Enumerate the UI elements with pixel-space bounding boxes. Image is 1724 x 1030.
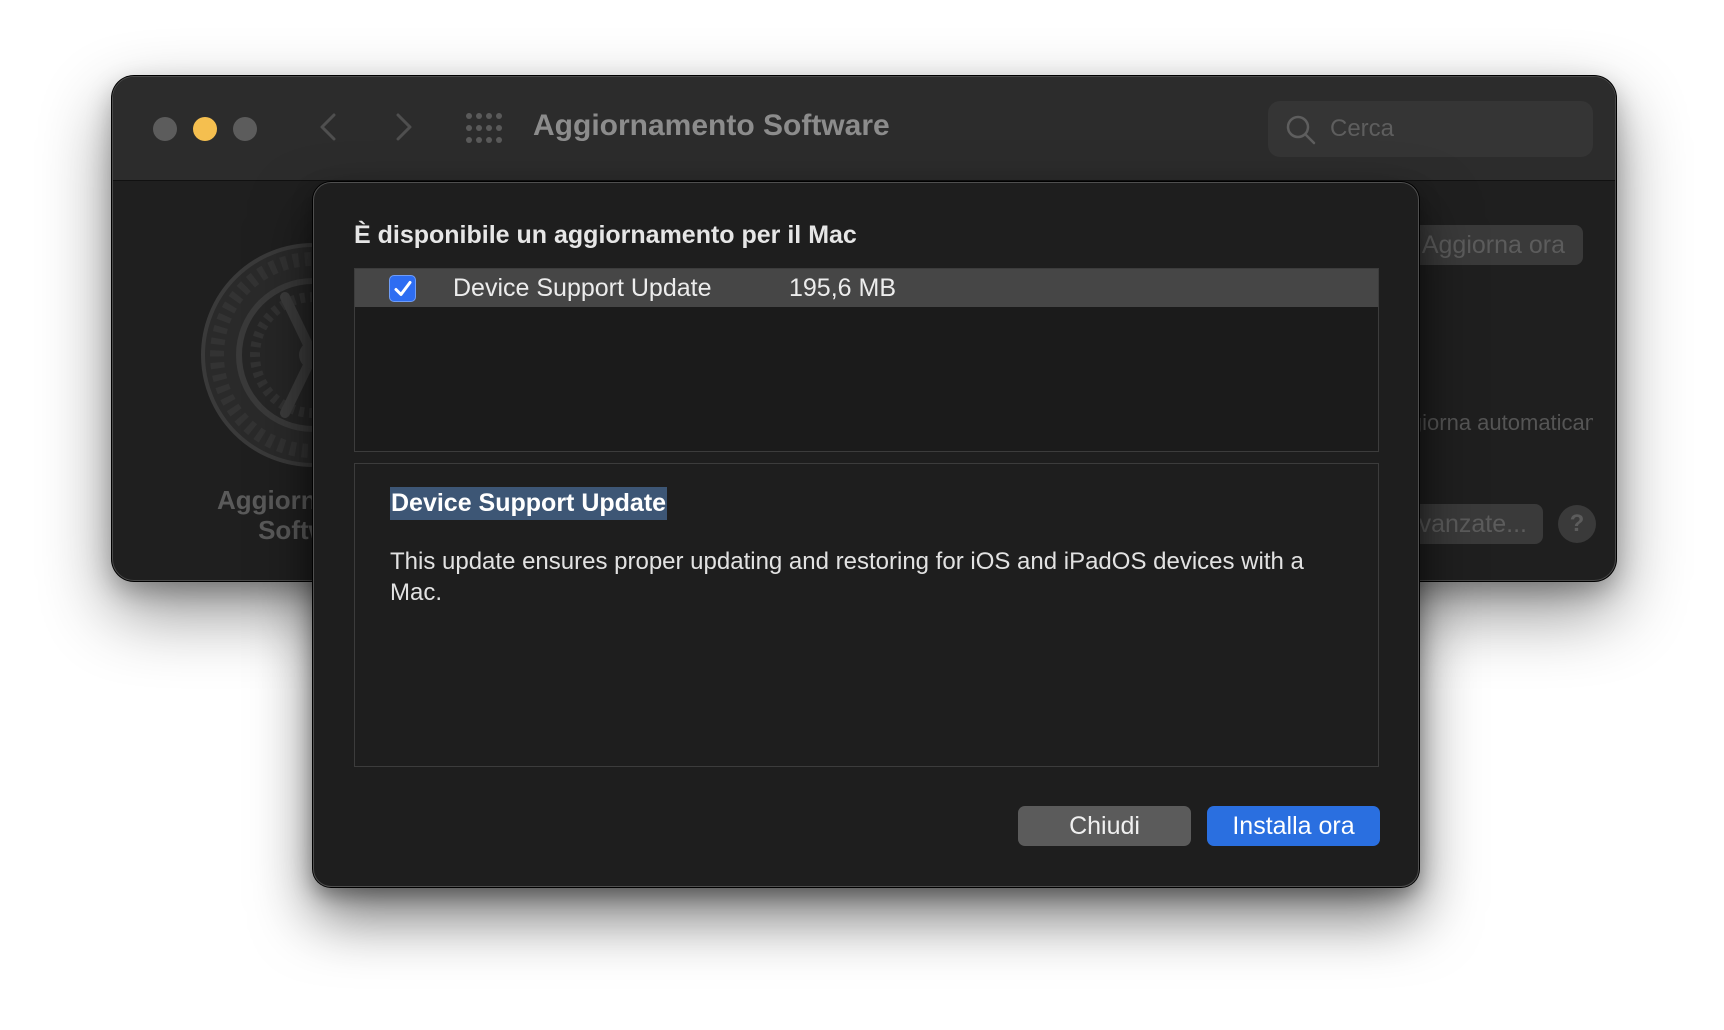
- chevron-left-icon: [320, 113, 336, 141]
- details-description: This update ensures proper updating and …: [390, 548, 1304, 606]
- help-button[interactable]: ?: [1558, 505, 1596, 543]
- update-sheet: È disponibile un aggiornamento per il Ma…: [313, 182, 1419, 887]
- close-window-button[interactable]: [153, 117, 177, 141]
- checkmark-icon: [394, 281, 412, 296]
- titlebar: Aggiornamento Software Cerca: [113, 77, 1615, 181]
- sheet-title: È disponibile un aggiornamento per il Ma…: [354, 221, 857, 249]
- minimize-window-button[interactable]: [193, 117, 217, 141]
- window-title: Aggiornamento Software: [533, 109, 890, 142]
- chevron-right-icon: [396, 113, 412, 141]
- show-all-grid-icon[interactable]: [466, 113, 502, 143]
- back-button[interactable]: [309, 107, 349, 147]
- install-now-button[interactable]: Installa ora: [1207, 806, 1380, 846]
- zoom-window-button[interactable]: [233, 117, 257, 141]
- update-details-panel: Device Support Update This update ensure…: [354, 463, 1379, 767]
- update-list: Device Support Update 195,6 MB: [354, 268, 1379, 452]
- update-name: Device Support Update: [453, 274, 712, 302]
- update-row[interactable]: Device Support Update 195,6 MB: [355, 269, 1378, 307]
- update-checkbox[interactable]: [389, 275, 416, 302]
- search-placeholder: Cerca: [1330, 115, 1395, 142]
- search-field[interactable]: Cerca: [1268, 101, 1593, 157]
- search-icon: [1286, 115, 1316, 145]
- details-title: Device Support Update: [390, 487, 668, 520]
- update-size: 195,6 MB: [789, 274, 897, 302]
- forward-button[interactable]: [383, 107, 423, 147]
- close-button[interactable]: Chiudi: [1018, 806, 1191, 846]
